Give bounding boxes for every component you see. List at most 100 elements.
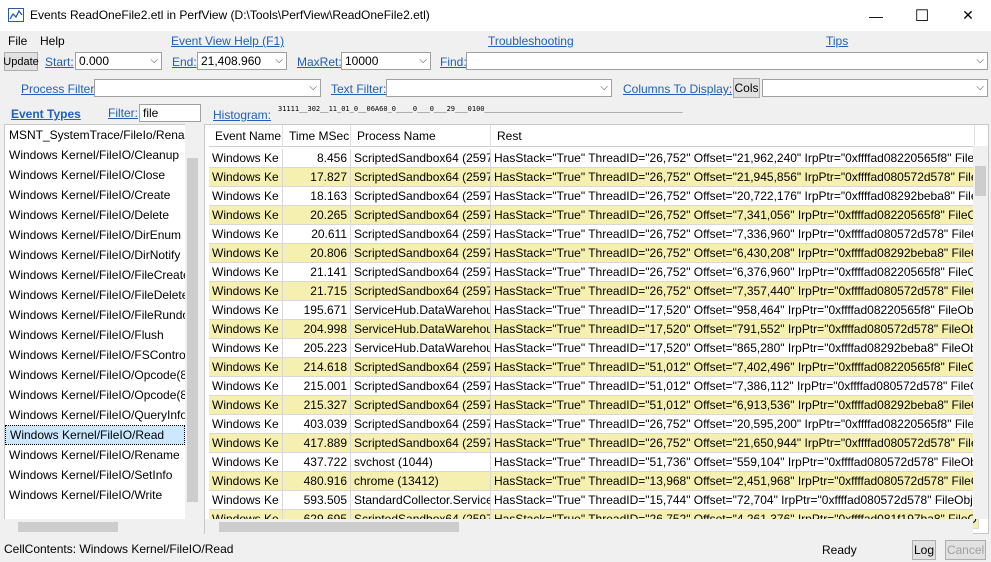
table-row[interactable]: Windows Ke 215.001 ScriptedSandbox64 (2597…	[209, 377, 979, 396]
scroll-thumb[interactable]	[219, 522, 459, 532]
scroll-thumb[interactable]	[18, 522, 118, 532]
cell-event-name[interactable]: Windows Ke	[209, 339, 283, 358]
event-type-item[interactable]: Windows Kernel/FileIO/Read	[5, 425, 185, 445]
cell-event-name[interactable]: Windows Ke	[209, 320, 283, 339]
histogram-field[interactable]: 31111__302__11_01_0__06A60_0____0___0___…	[275, 103, 880, 117]
columns-combo[interactable]: ⌵	[762, 79, 988, 97]
start-label[interactable]: Start:	[45, 55, 74, 69]
table-row[interactable]: Windows Ke 20.265 ScriptedSandbox64 (2597 H…	[209, 206, 979, 225]
maxret-label[interactable]: MaxRet:	[297, 55, 342, 69]
cell-process-name[interactable]: chrome (13412)	[351, 472, 491, 491]
cell-process-name[interactable]: ScriptedSandbox64 (2597	[351, 282, 491, 301]
maximize-button[interactable]: ☐	[899, 0, 945, 31]
event-type-item[interactable]: Windows Kernel/FileIO/Close	[5, 165, 185, 185]
cell-process-name[interactable]: ScriptedSandbox64 (2597	[351, 149, 491, 168]
cell-rest[interactable]: HasStack="True" ThreadID="26,752" Offset…	[491, 149, 979, 168]
cell-process-name[interactable]: ScriptedSandbox64 (2597	[351, 244, 491, 263]
event-view-help-link[interactable]: Event View Help (F1)	[171, 34, 284, 48]
table-row[interactable]: Windows Ke 8.456 ScriptedSandbox64 (2597 Ha…	[209, 149, 979, 168]
table-row[interactable]: Windows Ke 195.671 ServiceHub.DataWarehou H…	[209, 301, 979, 320]
event-types-vertical-scrollbar[interactable]	[185, 124, 200, 521]
cell-time-msec[interactable]: 20.265	[283, 206, 351, 225]
cell-process-name[interactable]: ServiceHub.DataWarehou	[351, 339, 491, 358]
cell-time-msec[interactable]: 480.916	[283, 472, 351, 491]
table-row[interactable]: Windows Ke 437.722 svchost (1044) HasStack=…	[209, 453, 979, 472]
cell-time-msec[interactable]: 21.141	[283, 263, 351, 282]
cell-event-name[interactable]: Windows Ke	[209, 415, 283, 434]
cell-event-name[interactable]: Windows Ke	[209, 282, 283, 301]
scroll-thumb[interactable]	[187, 158, 198, 502]
cell-rest[interactable]: HasStack="True" ThreadID="51,012" Offset…	[491, 377, 979, 396]
update-button[interactable]: Update	[3, 52, 39, 71]
cell-rest[interactable]: HasStack="True" ThreadID="26,752" Offset…	[491, 263, 979, 282]
filter-label[interactable]: Filter:	[108, 106, 138, 120]
column-header-event-name[interactable]: Event Name	[209, 125, 283, 147]
event-type-item[interactable]: Windows Kernel/FileIO/Delete	[5, 205, 185, 225]
end-combo[interactable]: 21,408.960 ⌵	[197, 52, 287, 70]
cell-rest[interactable]: HasStack="True" ThreadID="26,752" Offset…	[491, 434, 979, 453]
cell-rest[interactable]: HasStack="True" ThreadID="26,752" Offset…	[491, 225, 979, 244]
cell-time-msec[interactable]: 215.001	[283, 377, 351, 396]
table-row[interactable]: Windows Ke 204.998 ServiceHub.DataWarehou H…	[209, 320, 979, 339]
event-types-label[interactable]: Event Types	[11, 107, 81, 121]
troubleshooting-link[interactable]: Troubleshooting	[488, 34, 574, 48]
process-filter-combo[interactable]: ⌵	[94, 79, 321, 97]
scroll-thumb[interactable]	[975, 166, 986, 196]
cell-time-msec[interactable]: 417.889	[283, 434, 351, 453]
cell-rest[interactable]: HasStack="True" ThreadID="26,752" Offset…	[491, 187, 979, 206]
cell-rest[interactable]: HasStack="True" ThreadID="13,968" Offset…	[491, 472, 979, 491]
cell-rest[interactable]: HasStack="True" ThreadID="26,752" Offset…	[491, 206, 979, 225]
event-type-item[interactable]: Windows Kernel/FileIO/Write	[5, 485, 185, 505]
cell-process-name[interactable]: ServiceHub.DataWarehou	[351, 320, 491, 339]
cell-time-msec[interactable]: 593.505	[283, 491, 351, 510]
event-type-item[interactable]: Windows Kernel/FileIO/FileCreate	[5, 265, 185, 285]
find-combo[interactable]: ⌵	[466, 52, 988, 70]
event-type-item[interactable]: Windows Kernel/FileIO/SetInfo	[5, 465, 185, 485]
event-type-item[interactable]: Windows Kernel/FileIO/Rename	[5, 445, 185, 465]
log-button[interactable]: Log	[912, 540, 936, 560]
cell-process-name[interactable]: svchost (1044)	[351, 453, 491, 472]
cell-event-name[interactable]: Windows Ke	[209, 263, 283, 282]
maxret-combo[interactable]: 10000 ⌵	[341, 52, 431, 70]
table-row[interactable]: Windows Ke 403.039 ScriptedSandbox64 (2597…	[209, 415, 979, 434]
text-filter-combo[interactable]: ⌵	[386, 79, 612, 97]
cell-event-name[interactable]: Windows Ke	[209, 244, 283, 263]
cancel-button[interactable]: Cancel	[945, 540, 986, 560]
cell-rest[interactable]: HasStack="True" ThreadID="26,752" Offset…	[491, 415, 979, 434]
process-filter-label[interactable]: Process Filter:	[21, 82, 98, 96]
columns-to-display-label[interactable]: Columns To Display:	[623, 82, 732, 96]
cell-process-name[interactable]: ScriptedSandbox64 (2597	[351, 396, 491, 415]
cell-event-name[interactable]: Windows Ke	[209, 168, 283, 187]
cell-event-name[interactable]: Windows Ke	[209, 358, 283, 377]
event-type-item[interactable]: Windows Kernel/FileIO/Opcode(8	[5, 385, 185, 405]
cell-event-name[interactable]: Windows Ke	[209, 377, 283, 396]
cell-time-msec[interactable]: 437.722	[283, 453, 351, 472]
table-row[interactable]: Windows Ke 417.889 ScriptedSandbox64 (2597…	[209, 434, 979, 453]
cell-time-msec[interactable]: 17.827	[283, 168, 351, 187]
cell-time-msec[interactable]: 20.611	[283, 225, 351, 244]
close-button[interactable]: ✕	[945, 0, 991, 31]
table-row[interactable]: Windows Ke 205.223 ServiceHub.DataWarehou H…	[209, 339, 979, 358]
event-types-list[interactable]: MSNT_SystemTrace/FileIo/Renam Windows Ker…	[4, 124, 186, 521]
cell-event-name[interactable]: Windows Ke	[209, 187, 283, 206]
event-type-item[interactable]: Windows Kernel/FileIO/FileRundo	[5, 305, 185, 325]
event-type-item[interactable]: MSNT_SystemTrace/FileIo/Renam	[5, 125, 185, 145]
cell-rest[interactable]: HasStack="True" ThreadID="26,752" Offset…	[491, 168, 979, 187]
cell-time-msec[interactable]: 215.327	[283, 396, 351, 415]
cell-event-name[interactable]: Windows Ke	[209, 453, 283, 472]
column-header-rest[interactable]: Rest	[491, 125, 975, 147]
event-type-item[interactable]: Windows Kernel/FileIO/QueryInfo	[5, 405, 185, 425]
menu-file[interactable]: File	[8, 34, 27, 48]
table-row[interactable]: Windows Ke 21.141 ScriptedSandbox64 (2597 H…	[209, 263, 979, 282]
cell-process-name[interactable]: ScriptedSandbox64 (2597	[351, 358, 491, 377]
event-type-item[interactable]: Windows Kernel/FileIO/Create	[5, 185, 185, 205]
cell-time-msec[interactable]: 214.618	[283, 358, 351, 377]
cell-event-name[interactable]: Windows Ke	[209, 491, 283, 510]
event-type-item[interactable]: Windows Kernel/FileIO/Flush	[5, 325, 185, 345]
cell-time-msec[interactable]: 21.715	[283, 282, 351, 301]
cell-rest[interactable]: HasStack="True" ThreadID="51,012" Offset…	[491, 358, 979, 377]
cell-rest[interactable]: HasStack="True" ThreadID="51,012" Offset…	[491, 396, 979, 415]
cell-rest[interactable]: HasStack="True" ThreadID="26,752" Offset…	[491, 282, 979, 301]
cols-button[interactable]: Cols	[733, 78, 760, 98]
event-type-item[interactable]: Windows Kernel/FileIO/Opcode(8	[5, 365, 185, 385]
